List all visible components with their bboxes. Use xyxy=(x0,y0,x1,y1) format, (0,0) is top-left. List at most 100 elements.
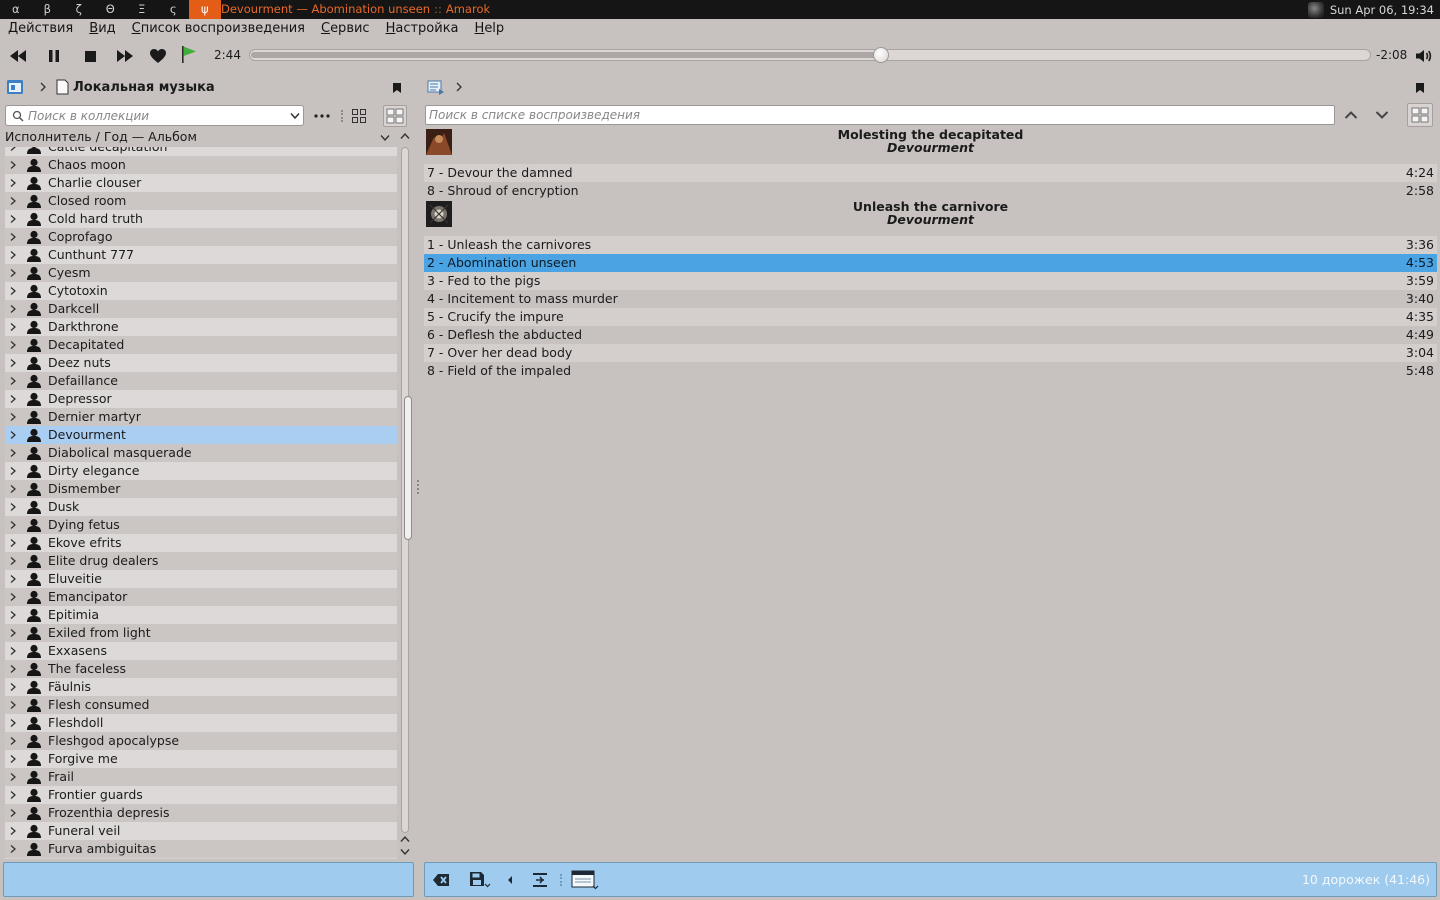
expand-arrow-icon[interactable] xyxy=(9,556,17,566)
expand-arrow-icon[interactable] xyxy=(9,772,17,782)
menu-item-5[interactable]: Help xyxy=(467,19,513,41)
collection-artist-row[interactable]: Exxasens xyxy=(5,642,397,660)
expand-arrow-icon[interactable] xyxy=(9,147,17,152)
expand-arrow-icon[interactable] xyxy=(9,178,17,188)
expand-arrow-icon[interactable] xyxy=(9,700,17,710)
collection-artist-row[interactable]: Cattle decapitation xyxy=(5,147,397,156)
collection-search-input[interactable] xyxy=(28,107,283,124)
pane-splitter-handle[interactable] xyxy=(417,480,420,494)
stop-button[interactable] xyxy=(80,47,100,65)
chevron-down-icon[interactable] xyxy=(380,134,390,142)
bookmark-icon[interactable] xyxy=(1415,82,1425,94)
expand-arrow-icon[interactable] xyxy=(9,610,17,620)
playlist-album-header[interactable]: Unleash the carnivore Devourment xyxy=(424,200,1437,236)
collection-artist-row[interactable]: Charlie clouser xyxy=(5,174,397,192)
scroll-up-icon[interactable] xyxy=(400,835,410,843)
expand-arrow-icon[interactable] xyxy=(9,322,17,332)
collection-artist-row[interactable]: Furva ambiguitas xyxy=(5,840,397,858)
playlist-track-row[interactable]: 8 - Field of the impaled 5:48 xyxy=(424,362,1437,380)
collection-artist-row[interactable]: Frontier guards xyxy=(5,786,397,804)
playlist-view-button[interactable] xyxy=(1407,103,1433,127)
bookmark-flag-button[interactable] xyxy=(179,45,199,63)
collection-artist-row[interactable]: Dying fetus xyxy=(5,516,397,534)
collection-artist-row[interactable]: Emancipator xyxy=(5,588,397,606)
collection-artist-row[interactable]: Depressor xyxy=(5,390,397,408)
playlist-track-row[interactable]: 1 - Unleash the carnivores 3:36 xyxy=(424,236,1437,254)
expand-arrow-icon[interactable] xyxy=(9,466,17,476)
workspace-6[interactable]: ς xyxy=(158,0,190,19)
expand-arrow-icon[interactable] xyxy=(9,376,17,386)
expand-arrow-icon[interactable] xyxy=(9,520,17,530)
collection-artist-row[interactable]: Cytotoxin xyxy=(5,282,397,300)
collection-artist-row[interactable]: Diabolical masquerade xyxy=(5,444,397,462)
collection-tree-button[interactable] xyxy=(350,107,368,125)
collection-search-field[interactable] xyxy=(5,105,304,126)
clear-playlist-button[interactable] xyxy=(431,871,451,889)
collection-artist-row[interactable]: Cold hard truth xyxy=(5,210,397,228)
clock[interactable]: Sun Apr 06, 19:34 xyxy=(1330,3,1434,17)
collection-artist-row[interactable]: Darkthrone xyxy=(5,318,397,336)
expand-arrow-icon[interactable] xyxy=(9,286,17,296)
expand-arrow-icon[interactable] xyxy=(9,826,17,836)
expand-arrow-icon[interactable] xyxy=(9,718,17,728)
tray-app-icon[interactable] xyxy=(1307,1,1324,18)
collection-view-button[interactable] xyxy=(383,105,407,127)
scroll-up-icon[interactable] xyxy=(400,132,410,140)
expand-arrow-icon[interactable] xyxy=(9,268,17,278)
playlist-back-button[interactable] xyxy=(503,871,517,889)
search-next-button[interactable] xyxy=(1373,107,1391,123)
collection-artist-row[interactable]: Darkcell xyxy=(5,300,397,318)
collection-artist-row[interactable]: Cyesm xyxy=(5,264,397,282)
menu-item-4[interactable]: Настройка xyxy=(378,19,467,41)
collection-scrollbar-thumb[interactable] xyxy=(404,396,412,540)
collection-artist-row[interactable]: Funeral veil xyxy=(5,822,397,840)
expand-arrow-icon[interactable] xyxy=(9,232,17,242)
menu-item-0[interactable]: Действия xyxy=(0,19,81,41)
playlist-search-field[interactable] xyxy=(425,105,1335,125)
expand-arrow-icon[interactable] xyxy=(9,250,17,260)
expand-arrow-icon[interactable] xyxy=(9,682,17,692)
collection-artist-row[interactable]: Elite drug dealers xyxy=(5,552,397,570)
expand-arrow-icon[interactable] xyxy=(9,196,17,206)
expand-arrow-icon[interactable] xyxy=(9,754,17,764)
track-progress-handle[interactable] xyxy=(873,47,889,63)
expand-arrow-icon[interactable] xyxy=(9,340,17,350)
playlist-track-row[interactable]: 5 - Crucify the impure 4:35 xyxy=(424,308,1437,326)
collection-artist-row[interactable]: Exiled from light xyxy=(5,624,397,642)
collection-scrollbar-track[interactable] xyxy=(401,147,412,833)
collection-options-button[interactable] xyxy=(312,109,332,123)
search-previous-button[interactable] xyxy=(1342,107,1360,123)
playlist-track-row[interactable]: 7 - Devour the damned 4:24 xyxy=(424,164,1437,182)
workspace-5[interactable]: Ξ xyxy=(126,0,158,19)
playlist-track-row[interactable]: 4 - Incitement to mass murder 3:40 xyxy=(424,290,1437,308)
collection-artist-row[interactable]: Closed room xyxy=(5,192,397,210)
playlist-view[interactable]: Molesting the decapitated Devourment 7 - D… xyxy=(424,128,1437,858)
bookmark-icon[interactable] xyxy=(392,82,402,94)
collection-artist-row[interactable]: Devourment xyxy=(5,426,397,444)
collection-artist-row[interactable]: Dernier martyr xyxy=(5,408,397,426)
expand-arrow-icon[interactable] xyxy=(9,502,17,512)
expand-arrow-icon[interactable] xyxy=(9,484,17,494)
expand-arrow-icon[interactable] xyxy=(9,736,17,746)
volume-button[interactable] xyxy=(1414,47,1434,65)
expand-arrow-icon[interactable] xyxy=(9,664,17,674)
workspace-3[interactable]: ζ xyxy=(63,0,95,19)
collection-tree[interactable]: Cattle decapitationChaos moon Charlie clo… xyxy=(5,147,397,859)
expand-arrow-icon[interactable] xyxy=(9,412,17,422)
playlist-track-row[interactable]: 7 - Over her dead body 3:04 xyxy=(424,344,1437,362)
collection-artist-row[interactable]: The faceless xyxy=(5,660,397,678)
playlist-view-mode-button[interactable] xyxy=(571,870,599,890)
expand-arrow-icon[interactable] xyxy=(9,808,17,818)
expand-arrow-icon[interactable] xyxy=(9,214,17,224)
next-button[interactable] xyxy=(115,47,135,65)
expand-arrow-icon[interactable] xyxy=(9,646,17,656)
collection-artist-row[interactable]: Fleshgod apocalypse xyxy=(5,732,397,750)
love-button[interactable] xyxy=(148,47,168,65)
collection-artist-row[interactable]: Frail xyxy=(5,768,397,786)
workspace-7[interactable]: ψ xyxy=(189,0,221,19)
playlist-track-row[interactable]: 6 - Deflesh the abducted 4:49 xyxy=(424,326,1437,344)
menu-item-2[interactable]: Список воспроизведения xyxy=(124,19,313,41)
pause-button[interactable] xyxy=(44,47,64,65)
collection-artist-row[interactable]: Dusk xyxy=(5,498,397,516)
collection-artist-row[interactable]: Eluveitie xyxy=(5,570,397,588)
